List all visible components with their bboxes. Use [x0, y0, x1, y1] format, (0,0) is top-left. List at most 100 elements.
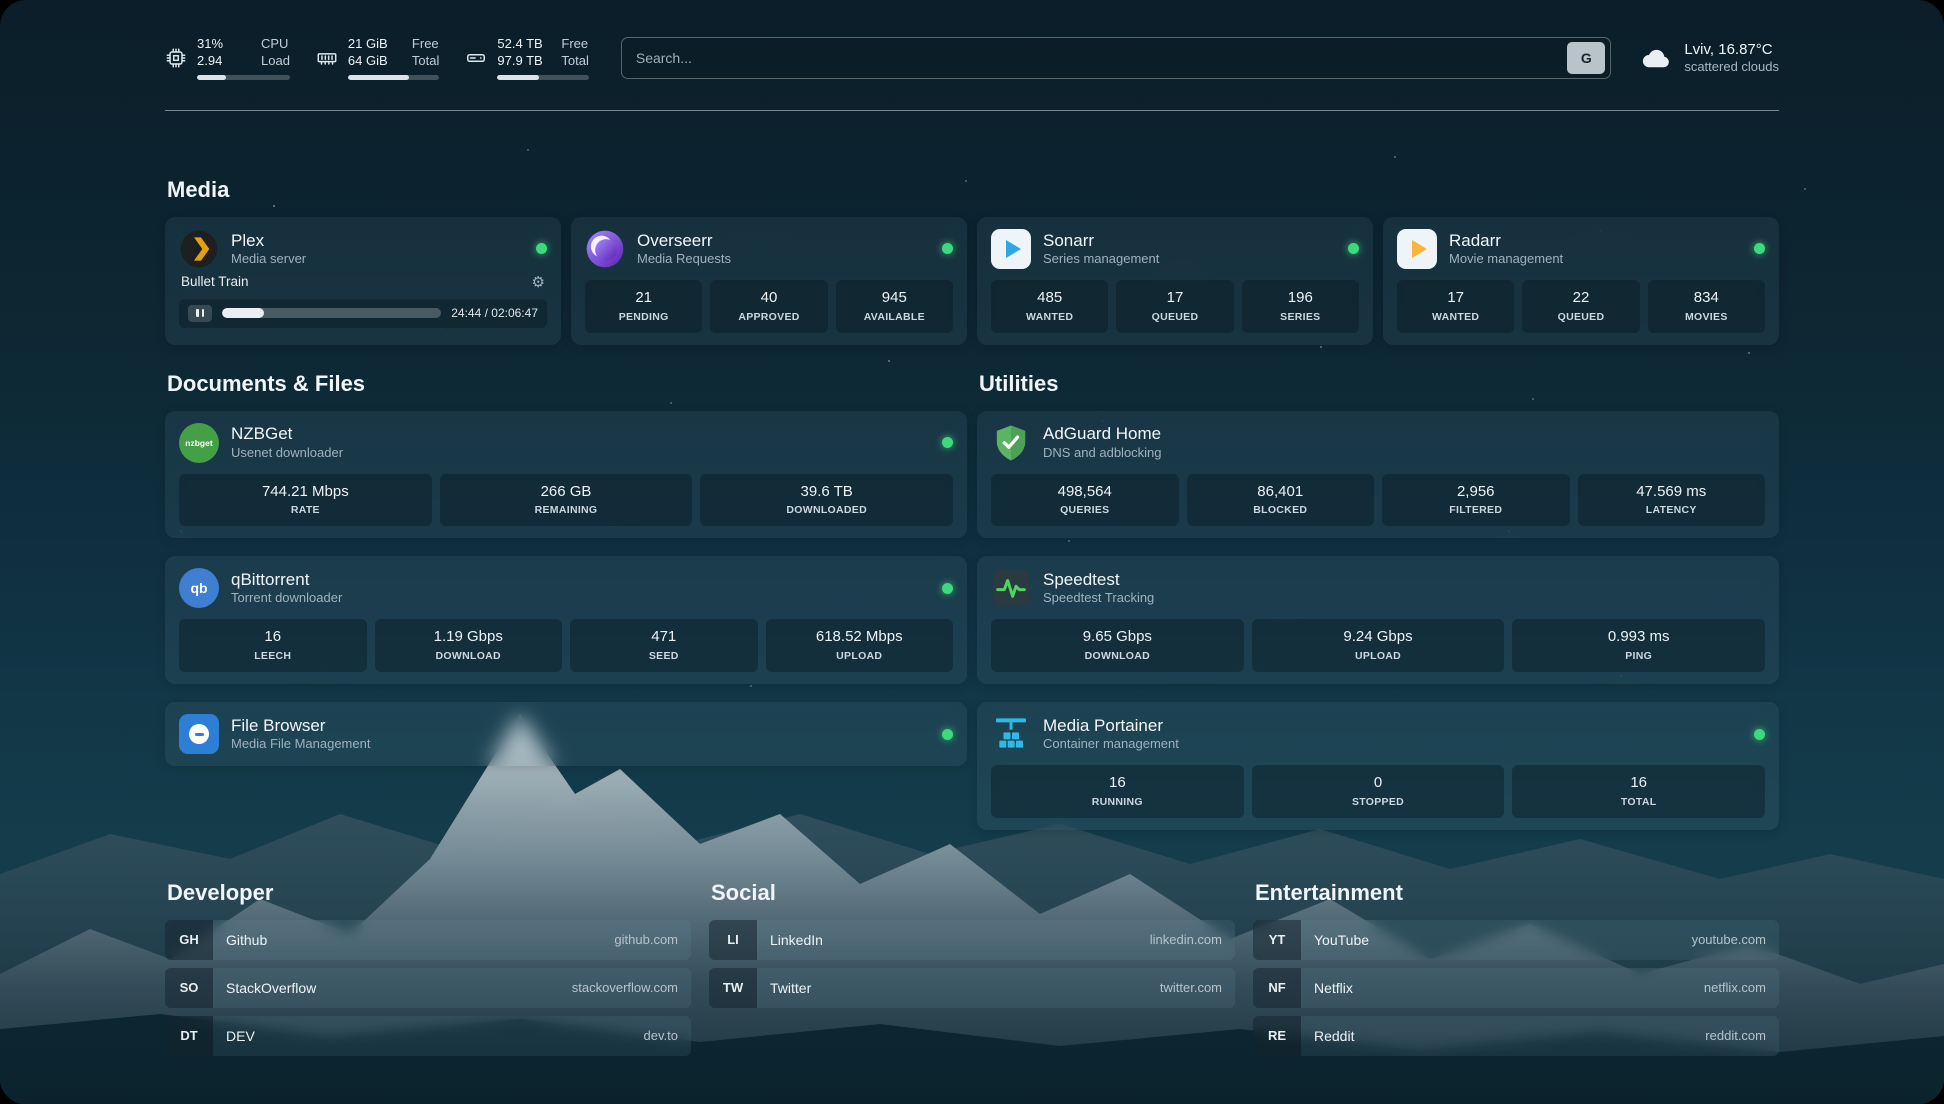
bookmark-name: Netflix [1301, 968, 1353, 1008]
adguard-shield-icon [991, 423, 1031, 463]
header-divider [165, 110, 1779, 111]
stat-pending: 21PENDING [585, 280, 702, 333]
weather-condition: scattered clouds [1684, 59, 1779, 76]
cpu-usage-bar [197, 75, 290, 80]
bookmark-name: LinkedIn [757, 920, 823, 960]
bookmark-name: Github [213, 920, 267, 960]
memory-free-value: 21 GiB [348, 36, 398, 53]
stat-ping: 0.993 msPING [1512, 619, 1765, 672]
utilities-column: Utilities [977, 371, 1779, 830]
search-input[interactable] [636, 50, 1567, 66]
bookmark-group-entertainment: Entertainment YT YouTube youtube.com NF … [1253, 880, 1779, 1056]
service-card-qbittorrent[interactable]: qb qBittorrent Torrent downloader 16LEEC… [165, 556, 967, 684]
stat-total: 16TOTAL [1512, 765, 1765, 818]
bookmark-name: YouTube [1301, 920, 1369, 960]
search-provider-button[interactable]: G [1567, 42, 1605, 74]
bookmark-reddit[interactable]: RE Reddit reddit.com [1253, 1016, 1779, 1056]
bookmark-twitter[interactable]: TW Twitter twitter.com [709, 968, 1235, 1008]
service-card-plex[interactable]: Plex Media server Bullet Train ⚙ [165, 217, 561, 345]
memory-total-value: 64 GiB [348, 53, 398, 70]
bookmark-group-title: Social [711, 880, 1235, 906]
service-card-radarr[interactable]: Radarr Movie management 17WANTED 22QUEUE… [1383, 217, 1779, 345]
cloud-icon [1639, 41, 1673, 75]
memory-widget: 21 GiB 64 GiB Free Total [316, 36, 439, 80]
bookmark-url: dev.to [644, 1016, 691, 1056]
service-subtitle: Torrent downloader [231, 590, 342, 607]
nzbget-icon: nzbget [179, 423, 219, 463]
stat-queued: 22QUEUED [1522, 280, 1639, 333]
top-bar: 31% 2.94 CPU Load [165, 36, 1779, 80]
section-title-media: Media [167, 177, 1779, 203]
playback-time: 24:44 / 02:06:47 [451, 306, 538, 320]
stat-filtered: 2,956FILTERED [1382, 474, 1570, 527]
stat-download: 1.19 GbpsDOWNLOAD [375, 619, 563, 672]
stat-wanted: 17WANTED [1397, 280, 1514, 333]
bookmark-abbr: RE [1253, 1016, 1301, 1056]
filebrowser-icon [179, 714, 219, 754]
service-card-sonarr[interactable]: Sonarr Series management 485WANTED 17QUE… [977, 217, 1373, 345]
bookmark-url: stackoverflow.com [572, 968, 691, 1008]
cpu-label-top: CPU [261, 36, 290, 53]
service-card-filebrowser[interactable]: File Browser Media File Management [165, 702, 967, 766]
stat-upload: 9.24 GbpsUPLOAD [1252, 619, 1505, 672]
status-dot [942, 729, 953, 740]
service-name: qBittorrent [231, 569, 342, 590]
service-card-portainer[interactable]: Media Portainer Container management 16R… [977, 702, 1779, 830]
stat-stopped: 0STOPPED [1252, 765, 1505, 818]
stat-queued: 17QUEUED [1116, 280, 1233, 333]
bookmark-dev[interactable]: DT DEV dev.to [165, 1016, 691, 1056]
bookmark-url: youtube.com [1692, 920, 1779, 960]
media-cards-row: Plex Media server Bullet Train ⚙ [165, 217, 1779, 345]
disk-free-value: 52.4 TB [497, 36, 547, 53]
bookmark-group-title: Developer [167, 880, 691, 906]
service-subtitle: DNS and adblocking [1043, 445, 1162, 462]
status-dot [942, 583, 953, 594]
stat-seed: 471SEED [570, 619, 758, 672]
plex-now-playing: Bullet Train ⚙ 24:44 / 02:06:47 [179, 273, 547, 328]
sonarr-icon [991, 229, 1031, 269]
service-name: AdGuard Home [1043, 423, 1162, 444]
bookmark-abbr: DT [165, 1016, 213, 1056]
bookmark-linkedin[interactable]: LI LinkedIn linkedin.com [709, 920, 1235, 960]
service-name: Media Portainer [1043, 715, 1179, 736]
stat-series: 196SERIES [1242, 280, 1359, 333]
bookmark-abbr: NF [1253, 968, 1301, 1008]
status-dot [1348, 243, 1359, 254]
service-subtitle: Container management [1043, 736, 1179, 753]
status-dot [536, 243, 547, 254]
service-card-speedtest[interactable]: Speedtest Speedtest Tracking 9.65 GbpsDO… [977, 556, 1779, 684]
service-subtitle: Media File Management [231, 736, 370, 753]
playback-progress-bar [222, 308, 441, 318]
memory-label-top: Free [412, 36, 439, 53]
status-dot [1754, 243, 1765, 254]
cpu-icon [165, 47, 187, 69]
disk-label-bottom: Total [561, 53, 588, 70]
section-title-documents: Documents & Files [167, 371, 967, 397]
bookmark-youtube[interactable]: YT YouTube youtube.com [1253, 920, 1779, 960]
memory-label-bottom: Total [412, 53, 439, 70]
disk-icon [465, 47, 487, 69]
documents-column: Documents & Files nzbget NZBGet Usenet d… [165, 371, 967, 767]
service-card-overseerr[interactable]: Overseerr Media Requests 21PENDING 40APP… [571, 217, 967, 345]
bookmark-netflix[interactable]: NF Netflix netflix.com [1253, 968, 1779, 1008]
speedtest-icon [991, 568, 1031, 608]
disk-label-top: Free [561, 36, 588, 53]
stat-movies: 834MOVIES [1648, 280, 1765, 333]
portainer-icon [991, 714, 1031, 754]
service-name: Speedtest [1043, 569, 1154, 590]
bookmark-stackoverflow[interactable]: SO StackOverflow stackoverflow.com [165, 968, 691, 1008]
gear-icon[interactable]: ⚙ [532, 273, 545, 291]
pause-button[interactable] [188, 305, 212, 322]
bookmark-name: Twitter [757, 968, 811, 1008]
stat-available: 945AVAILABLE [836, 280, 953, 333]
media-section: Media Plex Media server [165, 177, 1779, 345]
radarr-icon [1397, 229, 1437, 269]
service-card-adguard[interactable]: AdGuard Home DNS and adblocking 498,564Q… [977, 411, 1779, 539]
stat-rate: 744.21 MbpsRATE [179, 474, 432, 527]
status-dot [942, 243, 953, 254]
section-title-utilities: Utilities [979, 371, 1779, 397]
bookmark-github[interactable]: GH Github github.com [165, 920, 691, 960]
service-card-nzbget[interactable]: nzbget NZBGet Usenet downloader 744.21 M… [165, 411, 967, 539]
bookmark-url: twitter.com [1160, 968, 1235, 1008]
bookmark-abbr: LI [709, 920, 757, 960]
